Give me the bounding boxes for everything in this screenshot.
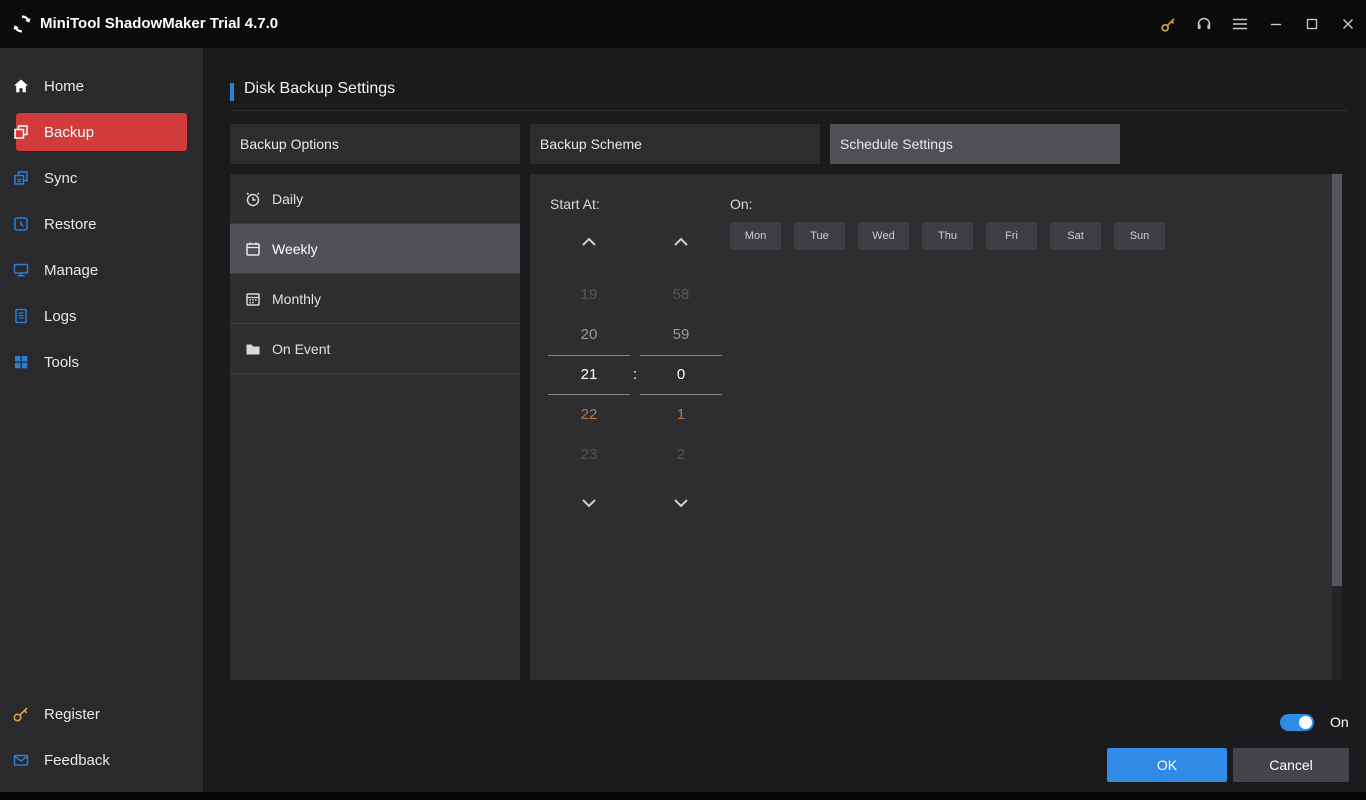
sidebar-item-label: Feedback — [44, 751, 110, 769]
page-title: Disk Backup Settings — [244, 80, 396, 97]
backup-icon — [12, 123, 30, 141]
app-logo-icon — [12, 14, 32, 34]
hour-down-button[interactable] — [548, 491, 630, 515]
day-button-sat[interactable]: Sat — [1050, 222, 1101, 250]
header-divider — [230, 110, 1348, 111]
sidebar-item-home[interactable]: Home — [0, 63, 203, 109]
sidebar-item-label: Tools — [44, 353, 80, 371]
titlebar-actions — [1150, 0, 1366, 48]
logs-icon — [12, 307, 30, 325]
clock-icon — [244, 190, 262, 208]
hour-cell[interactable]: 22 — [548, 395, 630, 435]
calendar-icon — [244, 240, 262, 258]
minute-cell[interactable]: 1 — [640, 395, 722, 435]
chevron-down-icon — [674, 499, 688, 508]
frequency-option-label: On Event — [272, 340, 331, 357]
tab-backup-options[interactable]: Backup Options — [230, 124, 520, 164]
tab-schedule-settings[interactable]: Schedule Settings — [830, 124, 1120, 164]
ok-button[interactable]: OK — [1107, 748, 1227, 782]
time-separator: : — [632, 366, 638, 383]
chevron-down-icon — [582, 499, 596, 508]
sidebar-footer: Register Feedback — [0, 691, 203, 783]
sidebar-item-backup[interactable]: Backup — [14, 113, 187, 151]
chevron-up-icon — [582, 237, 596, 246]
day-button-mon[interactable]: Mon — [730, 222, 781, 250]
frequency-option-weekly[interactable]: Weekly — [230, 224, 520, 274]
on-label: On: — [730, 196, 753, 212]
frequency-option-label: Daily — [272, 190, 304, 207]
maximize-icon[interactable] — [1294, 0, 1330, 48]
sidebar-menu: Home Backup Sync Restore Manage Logs Too… — [0, 63, 203, 385]
chevron-up-icon — [674, 237, 688, 246]
sidebar-item-restore[interactable]: Restore — [0, 201, 203, 247]
sidebar-item-label: Manage — [44, 261, 99, 279]
app-title: MiniTool ShadowMaker Trial 4.7.0 — [40, 15, 279, 32]
sidebar: Home Backup Sync Restore Manage Logs Too… — [0, 48, 203, 792]
sync-icon — [12, 169, 30, 187]
hour-up-button[interactable] — [548, 230, 630, 254]
frequency-option-daily[interactable]: Daily — [230, 174, 520, 224]
frequency-option-label: Monthly — [272, 290, 322, 307]
cancel-button[interactable]: Cancel — [1233, 748, 1349, 782]
sidebar-item-label: Register — [44, 705, 100, 723]
sidebar-item-tools[interactable]: Tools — [0, 339, 203, 385]
folder-icon — [244, 340, 262, 358]
sidebar-item-label: Backup — [44, 123, 95, 141]
sidebar-item-feedback[interactable]: Feedback — [0, 737, 203, 783]
hour-cell[interactable]: 23 — [548, 435, 630, 475]
sidebar-item-logs[interactable]: Logs — [0, 293, 203, 339]
hour-cell-selected[interactable]: 21 — [548, 355, 630, 395]
title-accent-bar — [230, 83, 234, 101]
minute-cell[interactable]: 59 — [640, 315, 722, 355]
titlebar: MiniTool ShadowMaker Trial 4.7.0 — [0, 0, 1366, 48]
minimize-icon[interactable] — [1258, 0, 1294, 48]
frequency-option-on-event[interactable]: On Event — [230, 324, 520, 374]
toggle-state-label: On — [1330, 714, 1349, 730]
day-button-tue[interactable]: Tue — [794, 222, 845, 250]
weekday-buttons: Mon Tue Wed Thu Fri Sat Sun — [730, 222, 1165, 250]
schedule-toggle[interactable] — [1280, 714, 1314, 731]
frequency-option-monthly[interactable]: Monthly — [230, 274, 520, 324]
license-key-icon[interactable] — [1150, 0, 1186, 48]
minute-cell[interactable]: 2 — [640, 435, 722, 475]
tools-icon — [12, 353, 30, 371]
tab-backup-scheme[interactable]: Backup Scheme — [530, 124, 820, 164]
calendar-grid-icon — [244, 290, 262, 308]
toggle-knob — [1299, 716, 1312, 729]
scrollbar-track[interactable] — [1332, 174, 1342, 680]
hour-cell[interactable]: 20 — [548, 315, 630, 355]
sidebar-item-sync[interactable]: Sync — [0, 155, 203, 201]
sidebar-item-register[interactable]: Register — [0, 691, 203, 737]
manage-icon — [12, 261, 30, 279]
close-icon[interactable] — [1330, 0, 1366, 48]
scrollbar-thumb[interactable] — [1332, 174, 1342, 586]
sidebar-item-label: Sync — [44, 169, 78, 187]
frequency-option-label: Weekly — [272, 240, 318, 257]
sidebar-item-label: Home — [44, 77, 85, 95]
sidebar-item-label: Logs — [44, 307, 77, 325]
day-button-fri[interactable]: Fri — [986, 222, 1037, 250]
key-icon — [12, 705, 30, 723]
minute-cell-selected[interactable]: 0 — [640, 355, 722, 395]
start-at-label: Start At: — [550, 196, 600, 212]
hour-cell[interactable]: 19 — [548, 275, 630, 315]
menu-icon[interactable] — [1222, 0, 1258, 48]
mail-icon — [12, 751, 30, 769]
home-icon — [12, 77, 30, 95]
day-button-thu[interactable]: Thu — [922, 222, 973, 250]
minute-up-button[interactable] — [640, 230, 722, 254]
headset-icon[interactable] — [1186, 0, 1222, 48]
day-button-sun[interactable]: Sun — [1114, 222, 1165, 250]
restore-icon — [12, 215, 30, 233]
main-content: Disk Backup Settings Backup Options Back… — [203, 48, 1366, 792]
window-bottom-edge — [0, 792, 1366, 800]
sidebar-item-label: Restore — [44, 215, 97, 233]
minute-down-button[interactable] — [640, 491, 722, 515]
frequency-list: Daily Weekly Monthly On Event — [230, 174, 520, 680]
schedule-panel: Start At: 19 20 21 22 23 : 58 59 0 1 2 O… — [530, 174, 1332, 680]
day-button-wed[interactable]: Wed — [858, 222, 909, 250]
sidebar-item-manage[interactable]: Manage — [0, 247, 203, 293]
minute-cell[interactable]: 58 — [640, 275, 722, 315]
